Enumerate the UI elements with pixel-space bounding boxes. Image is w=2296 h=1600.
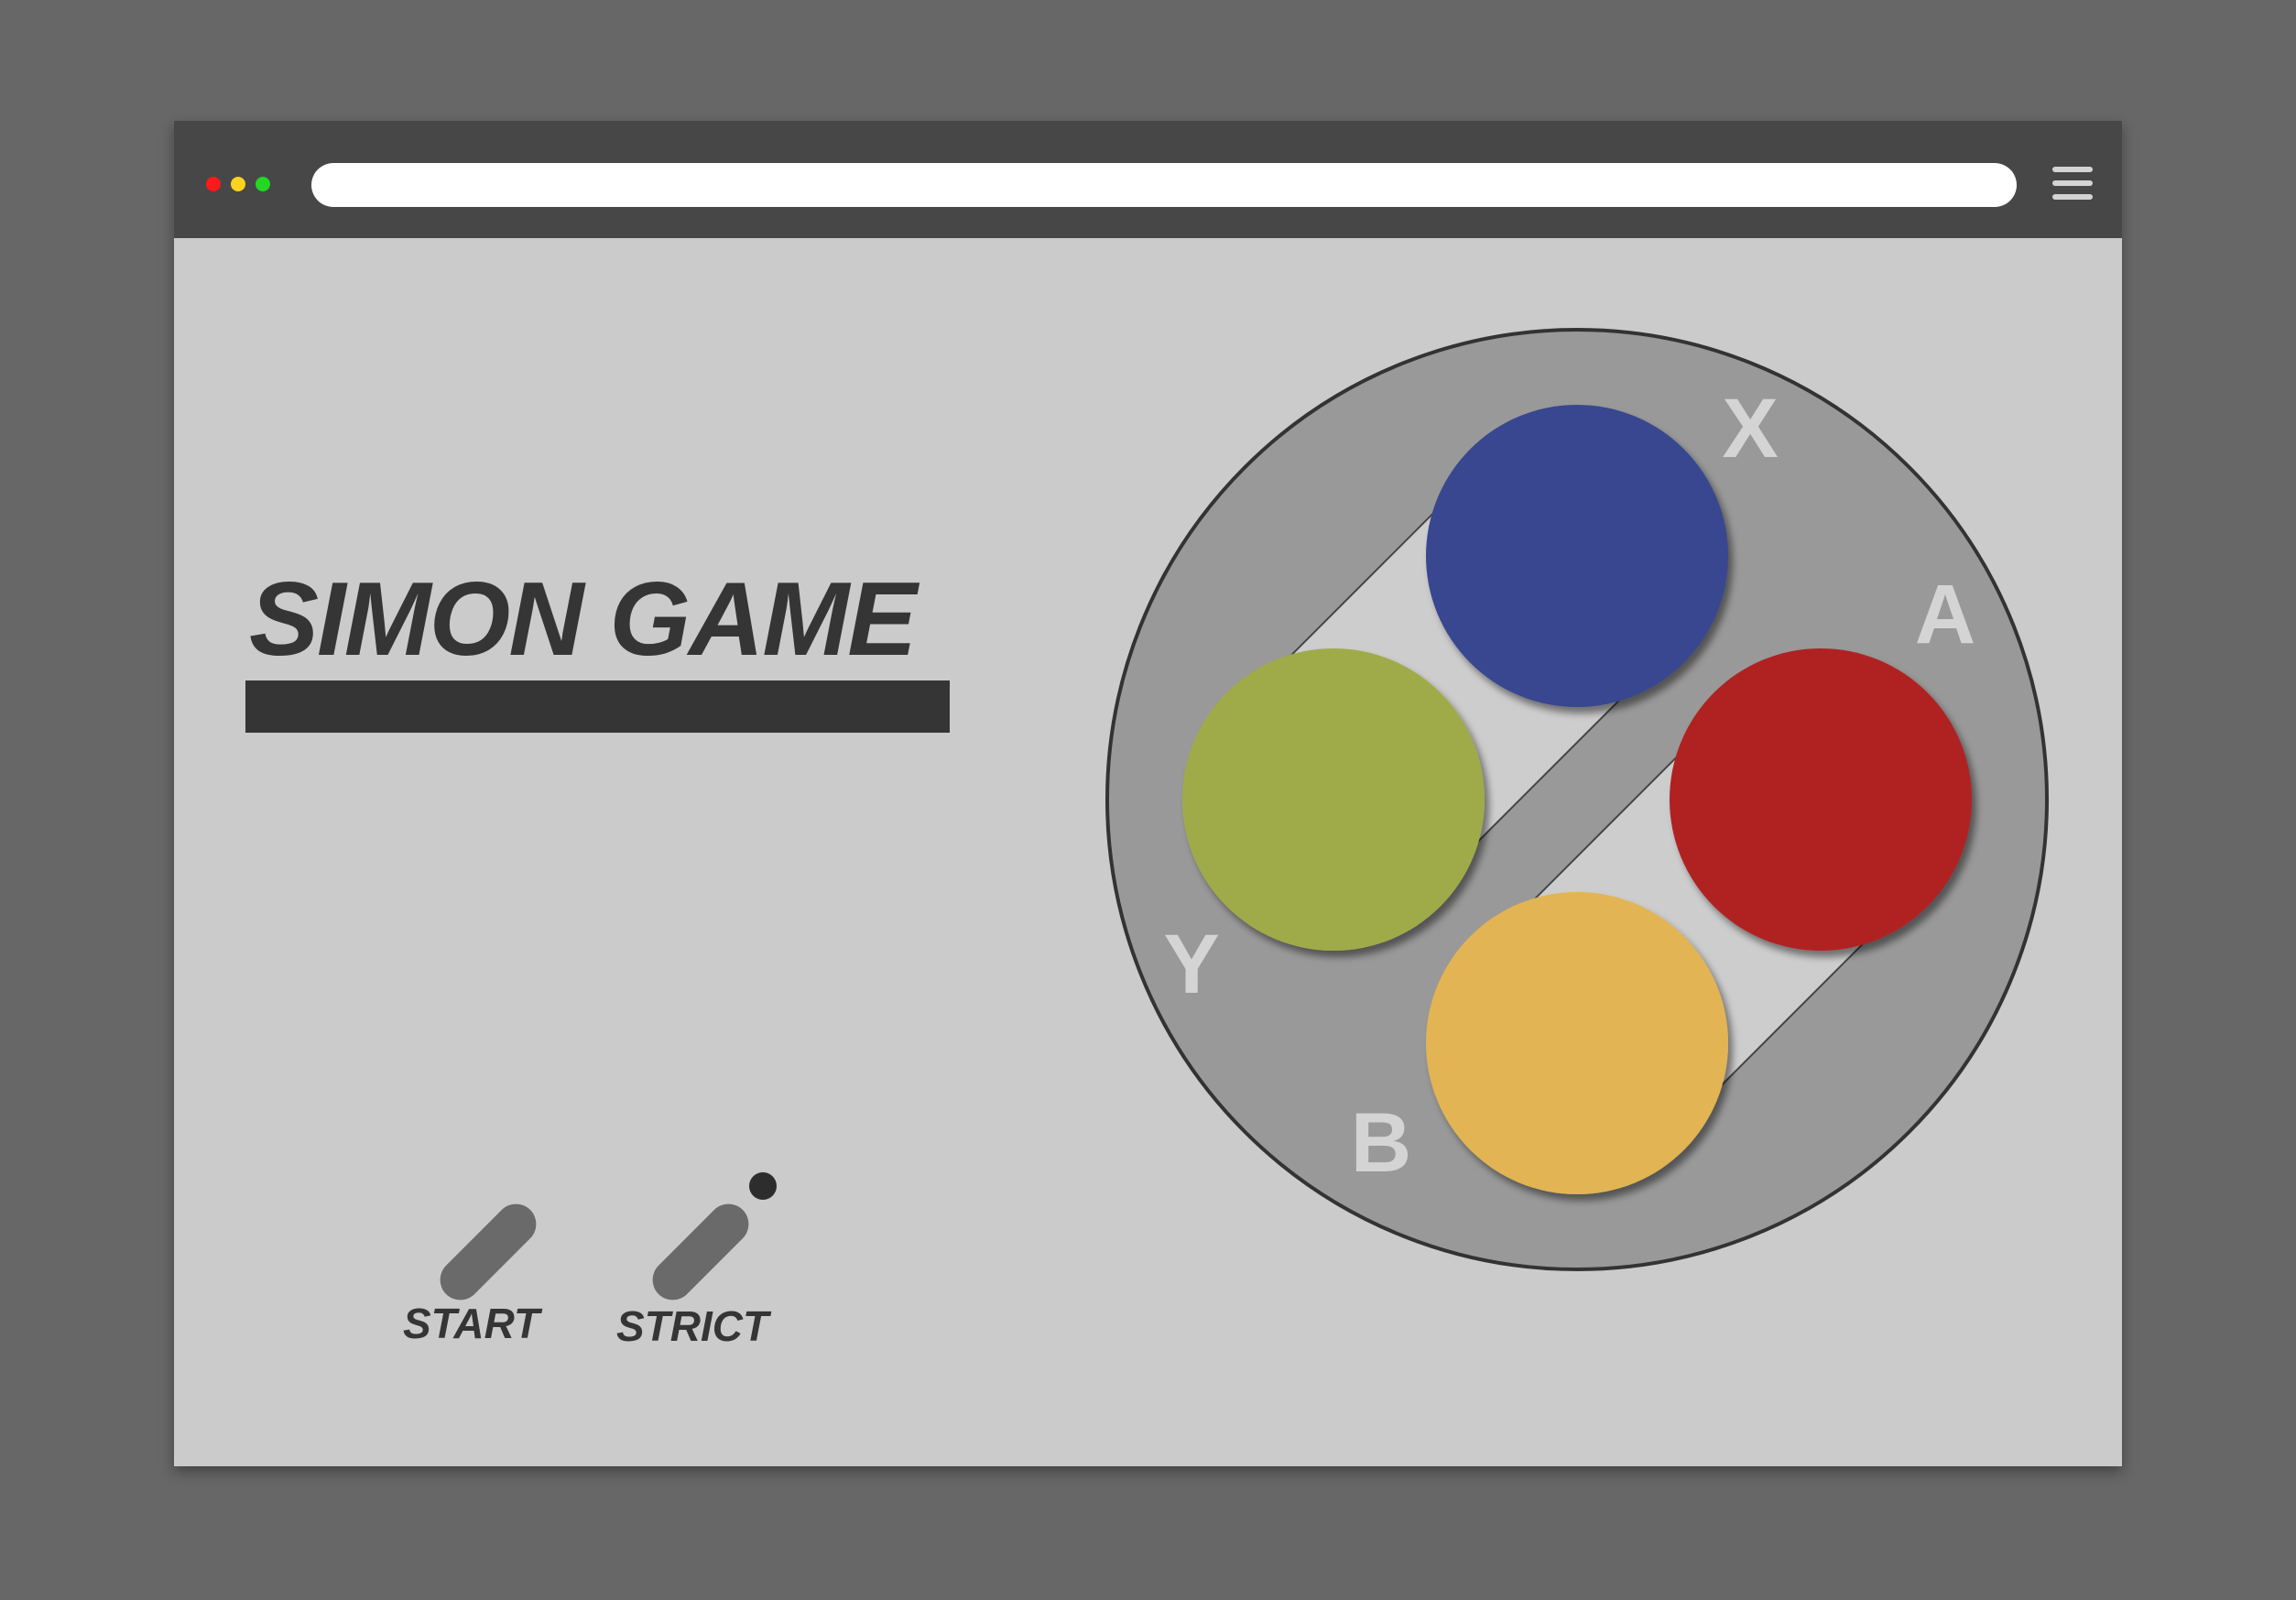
x-button-letter: X xyxy=(1722,382,1778,475)
browser-window: SIMON GAME START STRICT X A Y B xyxy=(174,121,2122,1466)
hamburger-menu-icon[interactable] xyxy=(2052,167,2093,200)
controller-button-pad: X A Y B xyxy=(1104,327,2050,1272)
strict-indicator-led xyxy=(749,1172,777,1200)
title-underline xyxy=(245,680,950,733)
maximize-window-dot[interactable] xyxy=(256,177,270,191)
close-window-dot[interactable] xyxy=(206,177,221,191)
strict-switch-handle[interactable] xyxy=(644,1195,757,1309)
strict-label: STRICT xyxy=(616,1302,769,1350)
b-button[interactable] xyxy=(1426,892,1728,1194)
a-button[interactable] xyxy=(1670,648,1972,951)
y-button[interactable] xyxy=(1182,648,1485,951)
start-switch-handle[interactable] xyxy=(431,1195,545,1309)
x-button[interactable] xyxy=(1426,405,1728,707)
b-button-letter: B xyxy=(1351,1096,1411,1190)
game-area: SIMON GAME START STRICT X A Y B xyxy=(174,238,2122,1466)
address-bar[interactable] xyxy=(311,163,2017,207)
minimize-window-dot[interactable] xyxy=(231,177,245,191)
button-pad-graphic: X A Y B xyxy=(1105,328,2049,1271)
a-button-letter: A xyxy=(1915,568,1975,661)
start-label: START xyxy=(403,1300,540,1347)
page-title: SIMON GAME xyxy=(249,561,917,678)
strict-switch[interactable] xyxy=(632,1183,769,1321)
y-button-letter: Y xyxy=(1163,918,1219,1011)
browser-titlebar xyxy=(174,121,2122,238)
